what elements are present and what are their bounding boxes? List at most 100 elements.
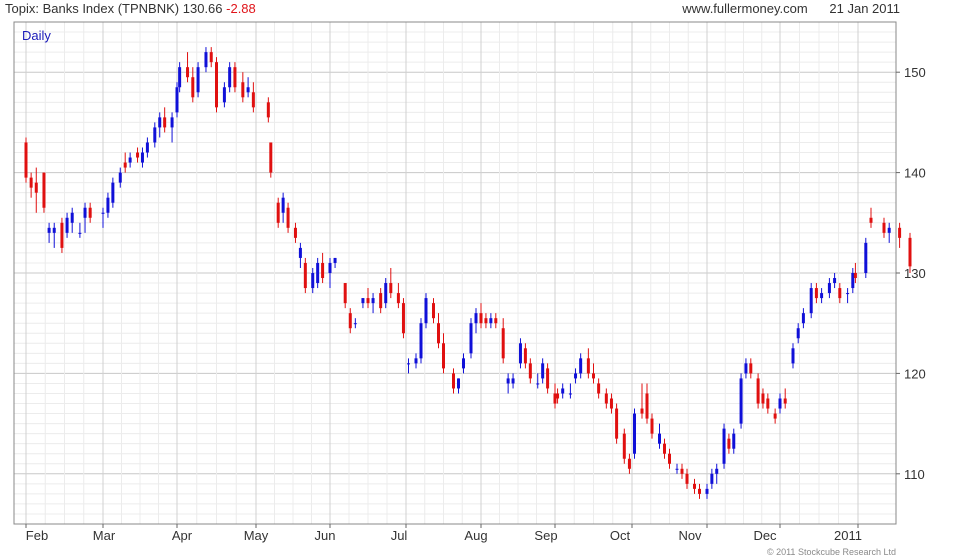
candle-body	[853, 273, 857, 279]
candle	[432, 298, 435, 324]
candle-body	[170, 117, 174, 128]
candle-body	[523, 348, 527, 364]
candle	[710, 468, 714, 489]
candle	[627, 453, 631, 474]
candle	[452, 368, 455, 394]
candle	[568, 383, 572, 399]
candle-body	[215, 62, 218, 108]
candle	[727, 433, 731, 454]
candle	[715, 463, 719, 484]
candle	[128, 152, 132, 168]
candle-body	[511, 378, 515, 384]
candle-body	[749, 363, 753, 374]
candle	[722, 423, 726, 469]
candle-body	[29, 177, 33, 188]
candle	[766, 393, 770, 414]
candle	[343, 283, 347, 309]
candle-body	[65, 217, 69, 233]
candle-body	[553, 393, 557, 404]
candle	[414, 353, 418, 369]
candle	[281, 192, 285, 223]
candle-body	[276, 202, 280, 223]
candle-body	[814, 288, 818, 299]
candle-body	[783, 398, 787, 404]
candle-body	[604, 393, 608, 404]
candle	[749, 358, 753, 379]
candle-body	[586, 358, 590, 374]
candle	[209, 47, 213, 68]
candle-body	[640, 408, 644, 414]
candle-body	[489, 318, 493, 324]
candle	[140, 147, 144, 168]
candle-body	[293, 227, 297, 238]
candle	[518, 338, 522, 369]
candle	[47, 222, 51, 243]
candle	[814, 283, 818, 304]
candle-body	[269, 142, 273, 173]
candle-body	[70, 212, 74, 223]
candle	[246, 77, 250, 98]
candle-body	[333, 257, 337, 263]
candle-body	[650, 418, 654, 434]
candle-body	[389, 283, 393, 294]
candle-body	[766, 398, 770, 409]
candle	[586, 348, 590, 379]
candle-body	[627, 458, 631, 469]
candle	[442, 333, 445, 374]
candle-body	[846, 293, 850, 295]
candle	[501, 318, 505, 364]
candle-body	[474, 313, 478, 324]
candle	[597, 378, 601, 399]
candle-body	[442, 343, 445, 369]
candle	[773, 408, 777, 424]
candle-body	[469, 323, 473, 354]
candle-body	[419, 323, 423, 359]
candle	[680, 463, 684, 479]
candle-body	[528, 363, 532, 379]
candle-body	[228, 67, 232, 88]
candle	[675, 463, 679, 474]
candle-body	[727, 438, 731, 449]
candle	[528, 358, 532, 384]
candle	[266, 97, 270, 123]
candle	[705, 483, 709, 499]
candle	[820, 288, 824, 304]
candle	[65, 212, 69, 238]
candle	[401, 298, 405, 339]
x-tick-label: Aug	[464, 528, 487, 543]
candle-body	[739, 378, 743, 424]
candle	[328, 257, 332, 289]
candle	[864, 237, 868, 279]
candle-body	[633, 413, 636, 454]
candle	[882, 217, 886, 238]
candle-body	[882, 222, 886, 233]
candle	[479, 303, 483, 329]
candle	[645, 383, 649, 424]
candle	[887, 222, 891, 243]
candle-body	[266, 102, 270, 118]
candle	[178, 62, 182, 93]
candle	[298, 242, 302, 268]
candle	[693, 478, 696, 494]
candle-body	[424, 298, 428, 324]
candle	[474, 308, 478, 334]
candle	[484, 313, 488, 329]
candle-body	[756, 378, 760, 404]
candle	[556, 388, 560, 404]
candle-body	[118, 172, 122, 183]
candle-body	[233, 67, 237, 88]
x-tick-label: Feb	[26, 528, 48, 543]
candle-body	[680, 468, 684, 474]
candle	[469, 318, 473, 359]
candle-body	[246, 87, 250, 93]
candle-body	[175, 87, 179, 113]
candle-body	[561, 388, 565, 394]
candle-body	[128, 157, 132, 163]
candle-body	[353, 323, 357, 325]
candle	[778, 393, 782, 414]
candle	[241, 72, 245, 103]
candle-body	[898, 227, 902, 238]
candle-body	[123, 162, 127, 168]
candle-body	[88, 207, 92, 218]
x-axis: Feb Mar Apr May Jun Jul Aug Sep Oct Nov Dec 2011	[25, 524, 862, 543]
